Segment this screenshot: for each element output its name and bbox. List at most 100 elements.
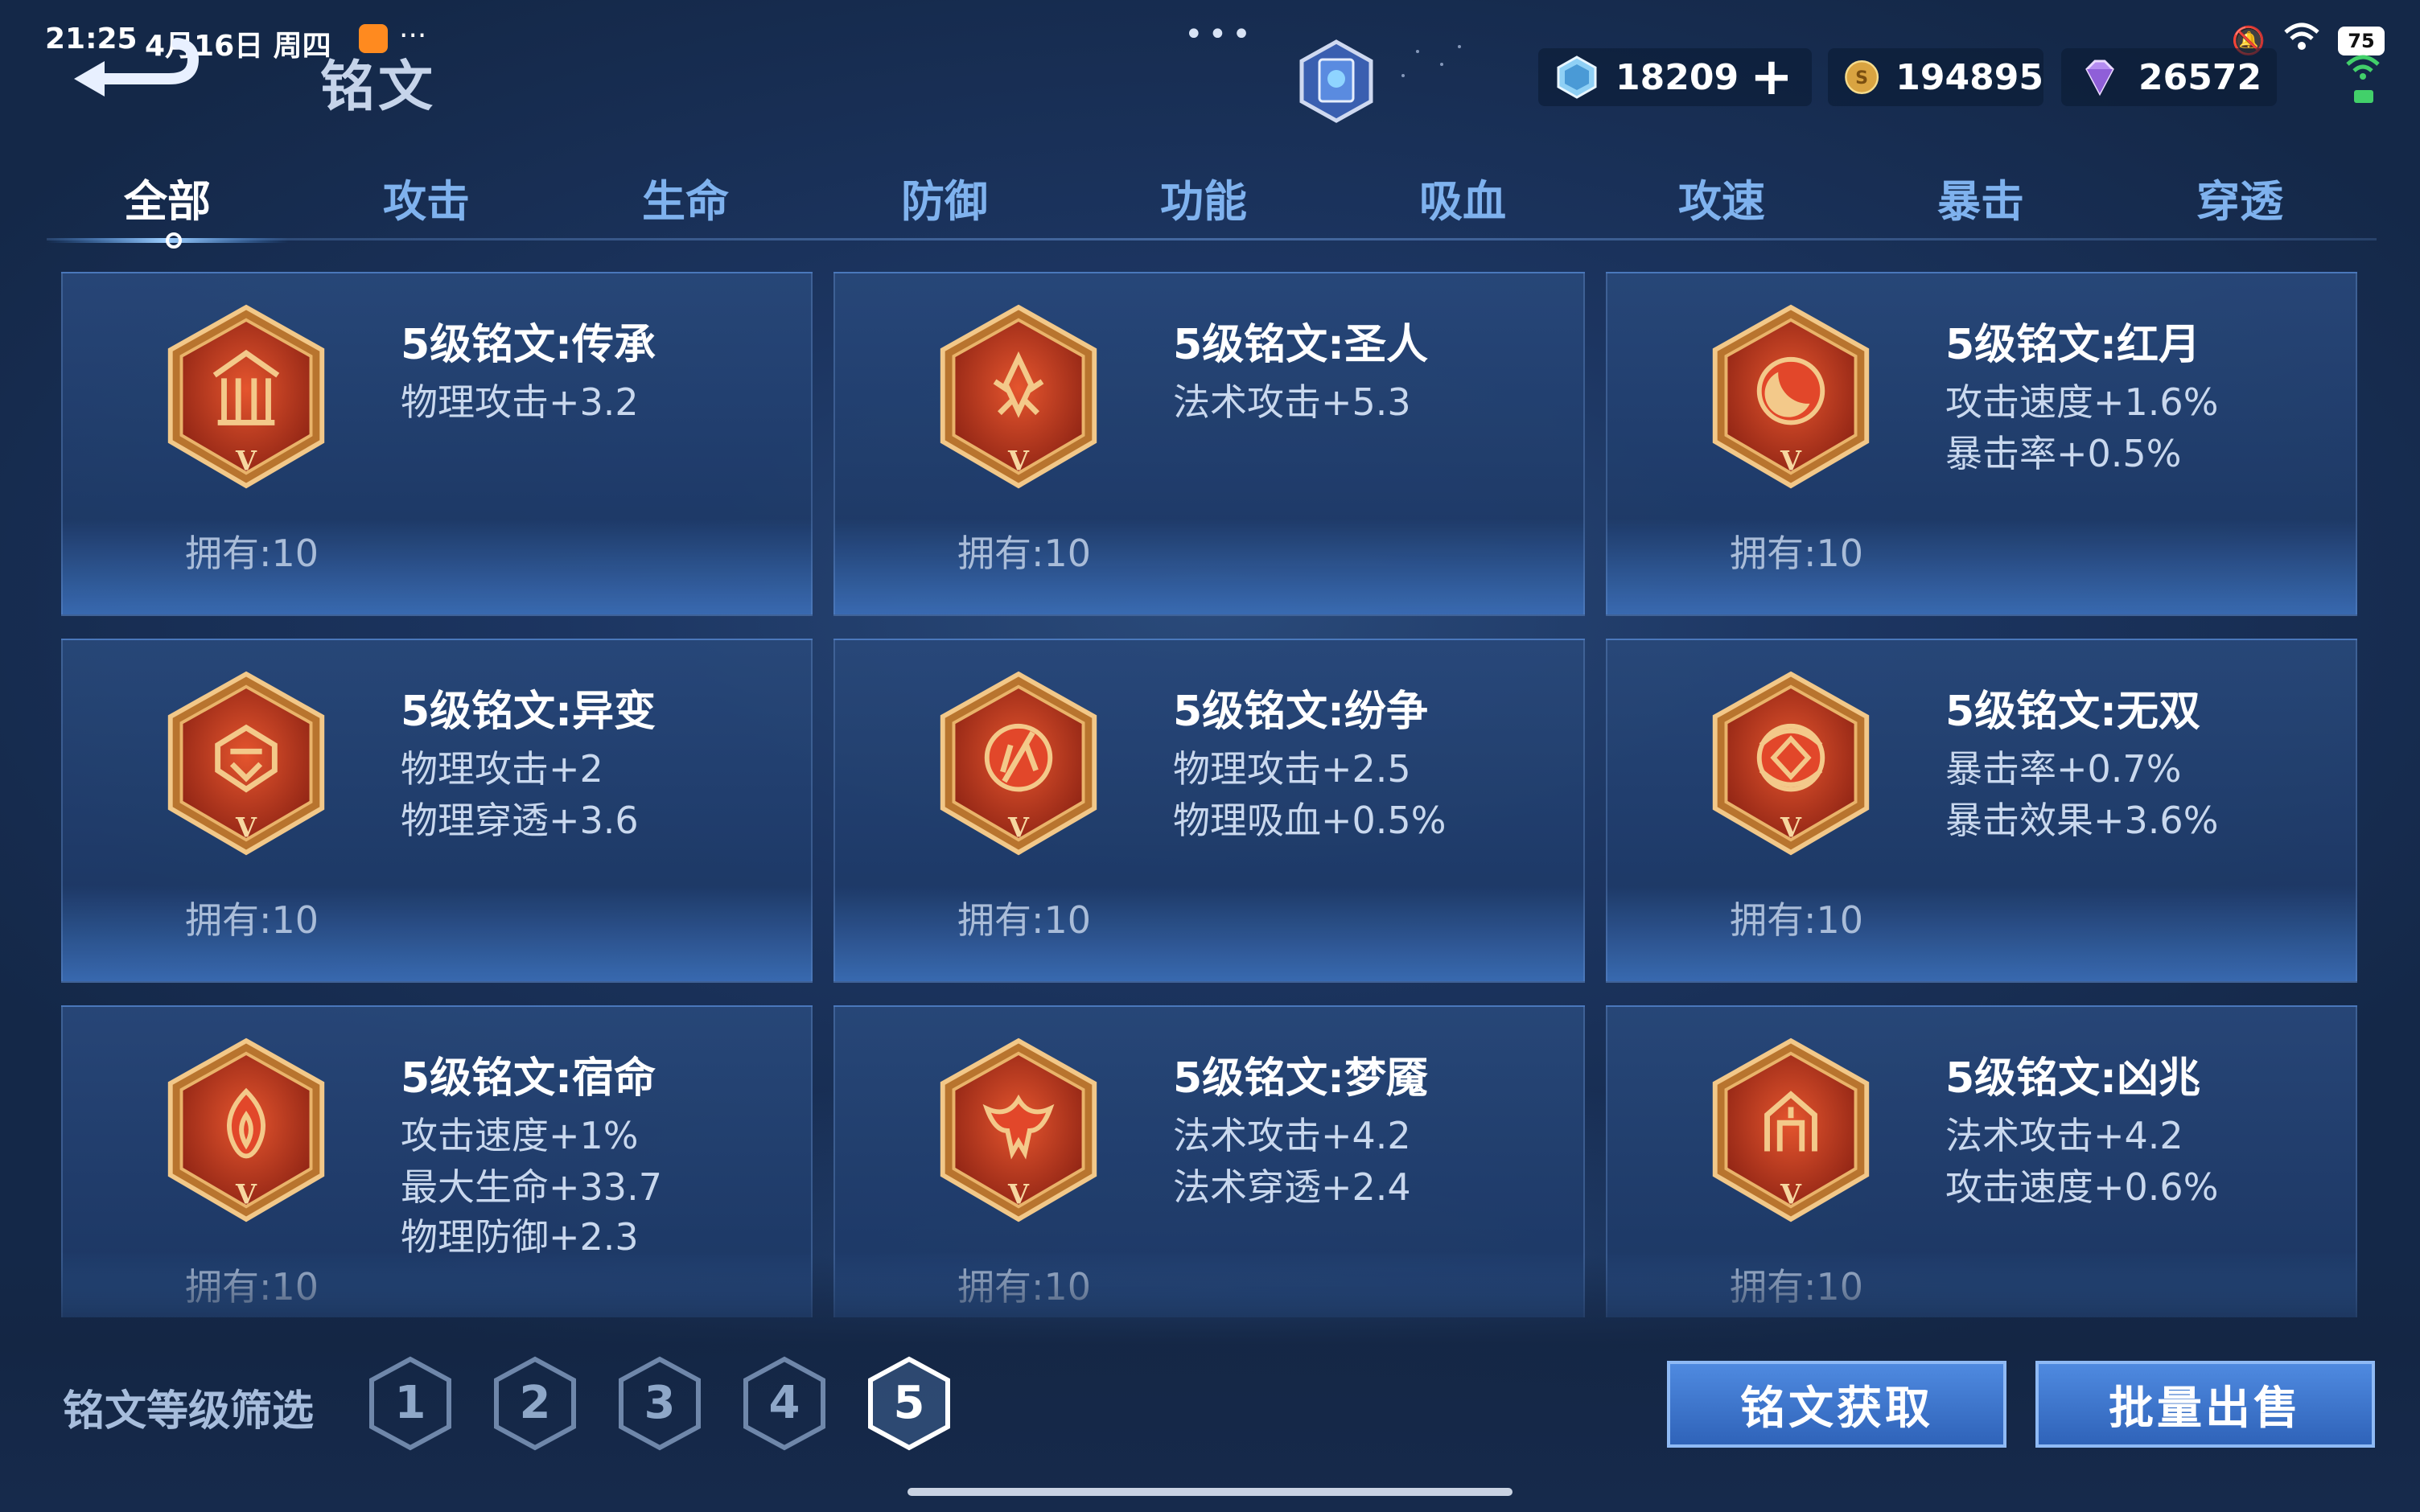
tab-penetration[interactable]: 穿透 [2119,166,2360,229]
inscription-card-peerless[interactable]: V 5级铭文:无双暴击率+0.7% 暴击效果+3.6% 拥有:10 [1606,639,2357,983]
inscription-attribute: 暴击率+0.7% [1945,747,2182,791]
badge-level-text: V [1780,1178,1802,1210]
inscription-name: 5级铭文:纷争 [1173,688,1428,736]
tab-defense[interactable]: 防御 [824,166,1065,229]
inscription-card-red-moon[interactable]: V 5级铭文:红月攻击速度+1.6% 暴击率+0.5% 拥有:10 [1606,272,2357,616]
tab-utility[interactable]: 功能 [1083,166,1324,229]
top-center-dots[interactable]: ••• [1184,16,1256,53]
back-arrow-icon [74,38,200,97]
diamond-icon [2085,60,2114,97]
inscription-attribute: 物理攻击+2.5 [1173,747,1411,791]
level-filter-5[interactable]: 5 [867,1356,951,1451]
inscription-attribute: 物理穿透+3.6 [401,799,639,842]
crystal-rune-icon: V [940,304,1097,489]
level-filter-number: 3 [644,1377,676,1429]
home-indicator[interactable] [908,1488,1512,1496]
tab-all[interactable]: 全部 [47,166,288,229]
inscription-grid: V 5级铭文:传承物理攻击+3.2 拥有:10 V 5级铭文:圣人法术攻击+5.3 拥有:… [61,272,2357,1317]
inscription-attribute: 暴击率+0.5% [1945,432,2182,475]
level-filter-label: 铭文等级筛选 [63,1387,315,1436]
tab-attack-speed[interactable]: 攻速 [1601,166,1842,229]
vortex-rune-icon: V [1712,671,1870,856]
tab-lifesteal[interactable]: 吸血 [1342,166,1583,229]
inscription-card-saint[interactable]: V 5级铭文:圣人法术攻击+5.3 拥有:10 [833,272,1585,616]
badge-level-text: V [1007,1178,1030,1210]
owned-count: 拥有:10 [957,898,1092,942]
acquire-inscription-button[interactable]: 铭文获取 [1667,1361,2006,1448]
owned-count: 拥有:10 [1730,898,1864,942]
level-filter-number: 4 [768,1377,800,1429]
gold-currency: S 194895 [1828,48,2043,106]
inscription-name: 5级铭文:圣人 [1173,321,1428,369]
page-title: 铭文 [320,55,437,119]
badge-level-text: V [1007,811,1030,843]
owned-count: 拥有:10 [957,532,1092,575]
level-filter-1[interactable]: 1 [368,1356,452,1451]
level-filter-4[interactable]: 4 [743,1356,826,1451]
inscription-attribute: 物理攻击+3.2 [401,380,639,424]
inscription-attribute: 法术攻击+4.2 [1173,1114,1411,1157]
inscription-name: 5级铭文:异变 [401,688,656,736]
badge-level-text: V [1007,445,1030,476]
inscription-attribute: 攻击速度+1% [401,1114,639,1157]
inscription-attribute: 法术穿透+2.4 [1173,1165,1411,1209]
inscription-name: 5级铭文:红月 [1945,321,2200,369]
crystal-currency[interactable]: 18209 + [1538,48,1812,106]
inscription-attribute: 攻击速度+0.6% [1945,1165,2219,1209]
pillar-rune-icon: V [167,304,325,489]
crescent-moon-rune-icon: V [1712,304,1870,489]
inscription-name: 5级铭文:宿命 [401,1054,656,1103]
badge-level-text: V [1780,445,1802,476]
level-filter-number: 2 [519,1377,551,1429]
tab-health[interactable]: 生命 [565,166,806,229]
add-crystal-button[interactable]: + [1750,51,1793,103]
owned-count: 拥有:10 [185,898,319,942]
badge-level-text: V [235,811,257,843]
badge-level-text: V [235,1178,257,1210]
flame-rune-icon: V [167,1037,325,1222]
inscription-attribute: 法术攻击+4.2 [1945,1114,2183,1157]
inscription-attribute: 最大生命+33.7 [401,1165,662,1209]
diamond-amount: 26572 [2138,56,2262,98]
inscription-attribute: 法术攻击+5.3 [1173,380,1411,424]
tab-critical[interactable]: 暴击 [1860,166,2101,229]
active-tab-indicator [47,232,288,249]
inscription-name: 5级铭文:传承 [401,321,656,369]
star-decoration [1401,74,1405,77]
tabs-divider [47,238,2377,240]
shield-rune-icon: V [167,671,325,856]
inscription-name: 5级铭文:凶兆 [1945,1054,2200,1103]
level-filter-number: 1 [394,1377,426,1429]
inscription-name: 5级铭文:梦魇 [1173,1054,1428,1103]
inscription-attribute: 攻击速度+1.6% [1945,380,2219,424]
gate-rune-icon: V [1712,1037,1870,1222]
inscription-card-inheritance[interactable]: V 5级铭文:传承物理攻击+3.2 拥有:10 [61,272,813,616]
tab-attack[interactable]: 攻击 [306,166,547,229]
level-filter-3[interactable]: 3 [618,1356,702,1451]
rune-book-icon[interactable] [1292,37,1381,125]
inscription-card-strife[interactable]: V 5级铭文:纷争物理攻击+2.5 物理吸血+0.5% 拥有:10 [833,639,1585,983]
badge-level-text: V [235,445,257,476]
owned-count: 拥有:10 [185,532,319,575]
network-signal-icon [2343,47,2383,111]
inscription-card-mutation[interactable]: V 5级铭文:异变 物理攻击+2 物理穿透+3.6 拥有:10 [61,639,813,983]
category-tabs: 全部 攻击 生命 防御 功能 吸血 攻速 暴击 穿透 [47,161,2377,249]
badge-level-text: V [1780,811,1802,843]
gold-coin-icon: S [1845,60,1879,94]
owned-count: 拥有:10 [1730,532,1864,575]
back-button[interactable] [72,37,201,101]
inscription-attribute: 暴击效果+3.6% [1945,799,2219,842]
inscription-attribute: 物理防御+2.3 [401,1215,639,1259]
bulk-sell-button[interactable]: 批量出售 [2035,1361,2375,1448]
blade-rune-icon: V [940,671,1097,856]
level-filter-2[interactable]: 2 [493,1356,577,1451]
crystal-amount: 18209 [1615,56,1739,98]
diamond-currency: 26572 [2061,48,2277,106]
inscription-attribute: 物理吸血+0.5% [1173,799,1447,842]
crystal-icon [1557,55,1597,99]
level-filter-number: 5 [893,1377,925,1429]
svg-text:S: S [1855,68,1868,88]
wifi-icon [2283,23,2320,59]
inscription-name: 5级铭文:无双 [1945,688,2200,736]
bat-rune-icon: V [940,1037,1097,1222]
